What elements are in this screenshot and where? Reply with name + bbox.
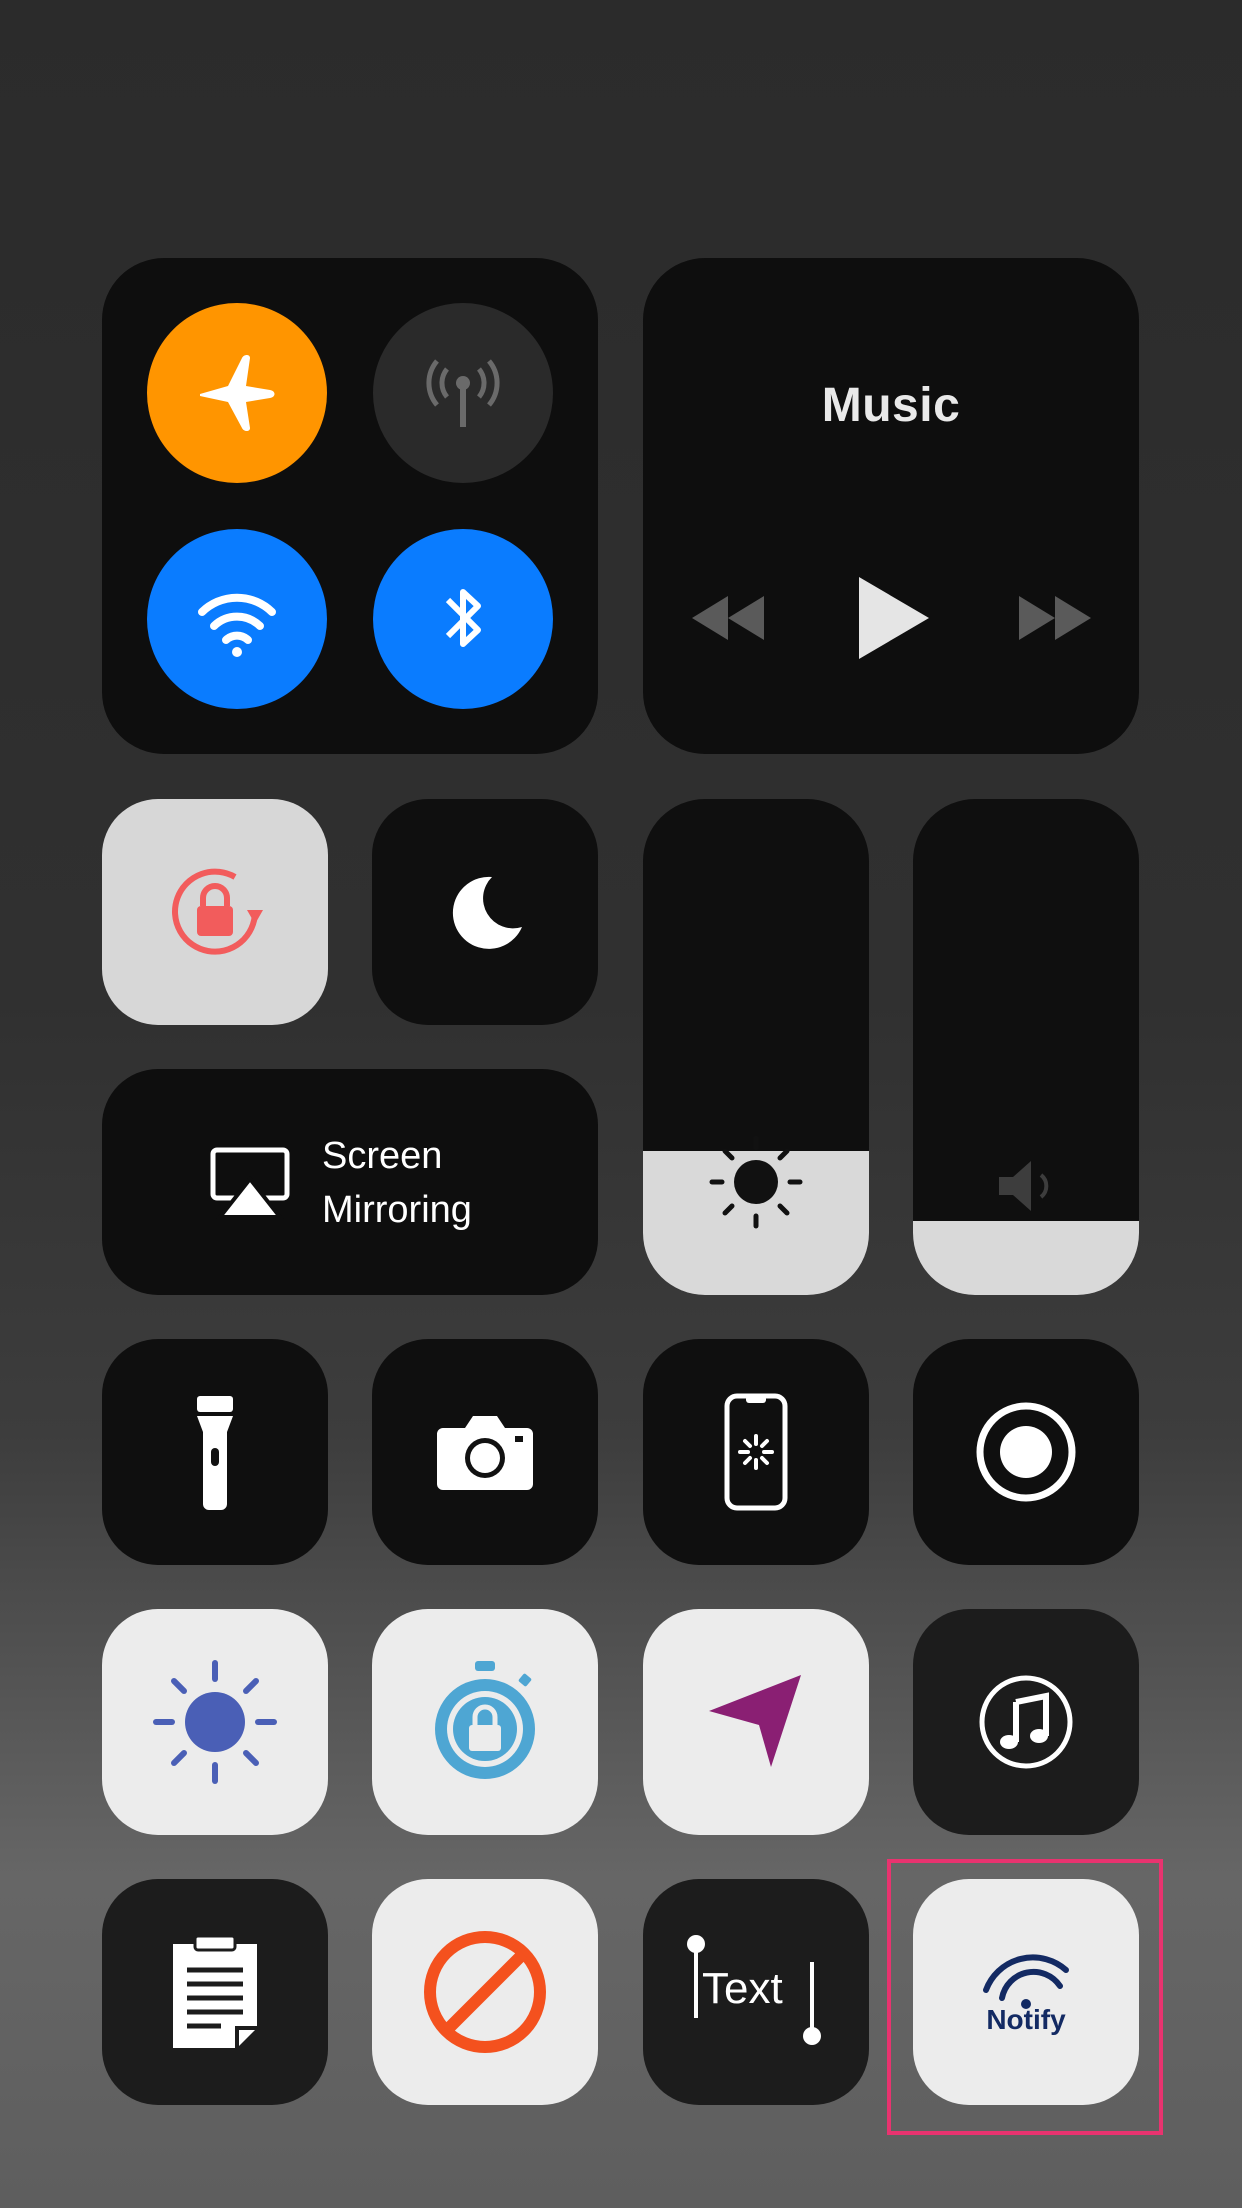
text-app-label: Text xyxy=(702,1964,783,2013)
music-note-icon xyxy=(979,1675,1073,1769)
rewind-button[interactable] xyxy=(688,588,768,648)
screen-recording-app-button[interactable] xyxy=(643,1339,869,1565)
bluetooth-icon xyxy=(445,589,481,647)
airplane-icon xyxy=(200,355,275,431)
camera-icon xyxy=(437,1416,533,1490)
airplay-icon xyxy=(210,1147,290,1219)
flashlight-button[interactable] xyxy=(102,1339,328,1565)
volume-slider[interactable] xyxy=(913,799,1139,1295)
phone-loading-icon xyxy=(724,1393,788,1511)
antenna-icon xyxy=(426,359,500,427)
brightness-slider[interactable] xyxy=(643,799,869,1295)
moon-icon xyxy=(452,876,522,949)
play-icon xyxy=(859,577,929,659)
sun-icon xyxy=(153,1660,277,1784)
guided-lock-timer-button[interactable] xyxy=(372,1609,598,1835)
text-app-button[interactable]: Text xyxy=(643,1879,869,2105)
location-button[interactable] xyxy=(643,1609,869,1835)
do-not-disturb-button[interactable] xyxy=(372,799,598,1025)
airplane-mode-button[interactable] xyxy=(147,303,327,483)
music-app-button[interactable] xyxy=(913,1609,1139,1835)
block-button[interactable] xyxy=(372,1879,598,2105)
music-panel[interactable]: Music xyxy=(643,258,1139,754)
screen-mirroring-label-line1: Screen xyxy=(322,1135,443,1177)
prohibited-icon xyxy=(424,1931,546,2053)
rotation-lock-icon xyxy=(172,868,263,955)
bluetooth-button[interactable] xyxy=(373,529,553,709)
clipboard-icon xyxy=(173,1934,257,2048)
volume-slider-fill xyxy=(913,1220,1139,1295)
brightness-app-button[interactable] xyxy=(102,1609,328,1835)
play-button[interactable] xyxy=(853,573,933,663)
rewind-icon xyxy=(692,596,764,640)
record-icon xyxy=(976,1402,1076,1502)
location-arrow-icon xyxy=(709,1675,801,1767)
connectivity-panel xyxy=(102,258,598,754)
fast-forward-icon xyxy=(1019,596,1091,640)
camera-button[interactable] xyxy=(372,1339,598,1565)
wifi-button[interactable] xyxy=(147,529,327,709)
cellular-data-button[interactable] xyxy=(373,303,553,483)
screen-record-button[interactable] xyxy=(913,1339,1139,1565)
stopwatch-lock-icon xyxy=(435,1661,535,1779)
clipboard-button[interactable] xyxy=(102,1879,328,2105)
sun-icon xyxy=(706,1132,806,1232)
fast-forward-button[interactable] xyxy=(1015,588,1095,648)
selection-highlight xyxy=(887,1859,1163,2135)
screen-mirroring-button[interactable]: Screen Mirroring xyxy=(102,1069,598,1295)
rotation-lock-button[interactable] xyxy=(102,799,328,1025)
screen-mirroring-label-line2: Mirroring xyxy=(322,1189,472,1231)
wifi-icon xyxy=(198,593,276,657)
music-title: Music xyxy=(821,379,961,432)
speaker-icon xyxy=(993,1151,1063,1221)
flashlight-icon xyxy=(197,1396,233,1510)
